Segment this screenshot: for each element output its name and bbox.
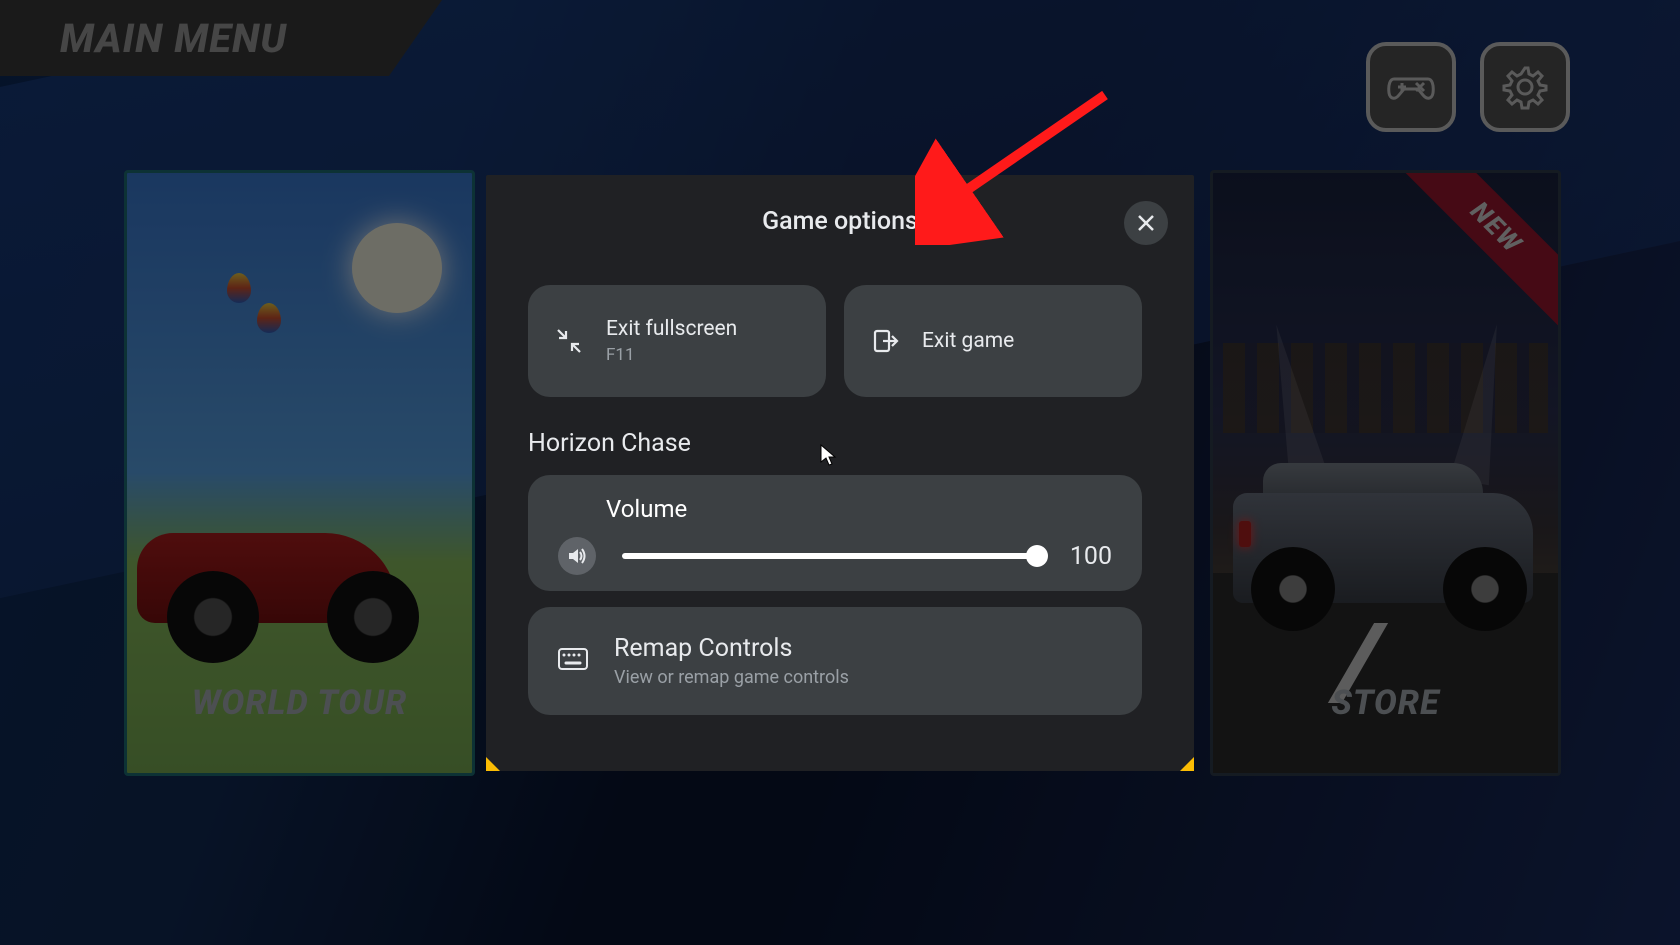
exit-fullscreen-button[interactable]: Exit fullscreen F11	[528, 285, 826, 397]
volume-label: Volume	[606, 495, 1112, 523]
exit-fullscreen-shortcut: F11	[606, 345, 737, 365]
modal-title: Game options	[486, 207, 1194, 236]
modal-corner-icon	[1180, 757, 1194, 771]
exit-game-button[interactable]: Exit game	[844, 285, 1142, 397]
exit-fullscreen-icon	[554, 326, 584, 356]
close-button[interactable]	[1124, 201, 1168, 245]
options-row: Exit fullscreen F11 Exit game	[528, 285, 1142, 397]
exit-game-icon	[870, 326, 900, 356]
volume-card: Volume 100	[528, 475, 1142, 591]
game-background: MAIN MENU WORLD TOUR NEW	[0, 0, 1680, 945]
gamepad-icon	[1386, 67, 1436, 107]
remap-title: Remap Controls	[614, 634, 849, 663]
volume-mute-button[interactable]	[558, 537, 596, 575]
gear-icon	[1500, 62, 1550, 112]
volume-value: 100	[1064, 542, 1112, 571]
speaker-icon	[566, 545, 588, 567]
remap-controls-button[interactable]: Remap Controls View or remap game contro…	[528, 607, 1142, 715]
keyboard-icon	[558, 648, 588, 674]
remap-subtitle: View or remap game controls	[614, 667, 849, 688]
game-name-label: Horizon Chase	[528, 429, 691, 458]
exit-game-label: Exit game	[922, 329, 1014, 353]
game-options-modal: Game options Exit fullscreen F11	[486, 175, 1194, 771]
exit-fullscreen-label: Exit fullscreen	[606, 317, 737, 341]
settings-button[interactable]	[1480, 42, 1570, 132]
gamepad-button[interactable]	[1366, 42, 1456, 132]
close-icon	[1136, 213, 1156, 233]
slider-thumb-icon[interactable]	[1026, 545, 1048, 567]
modal-corner-icon	[486, 757, 500, 771]
volume-slider[interactable]	[622, 553, 1038, 559]
